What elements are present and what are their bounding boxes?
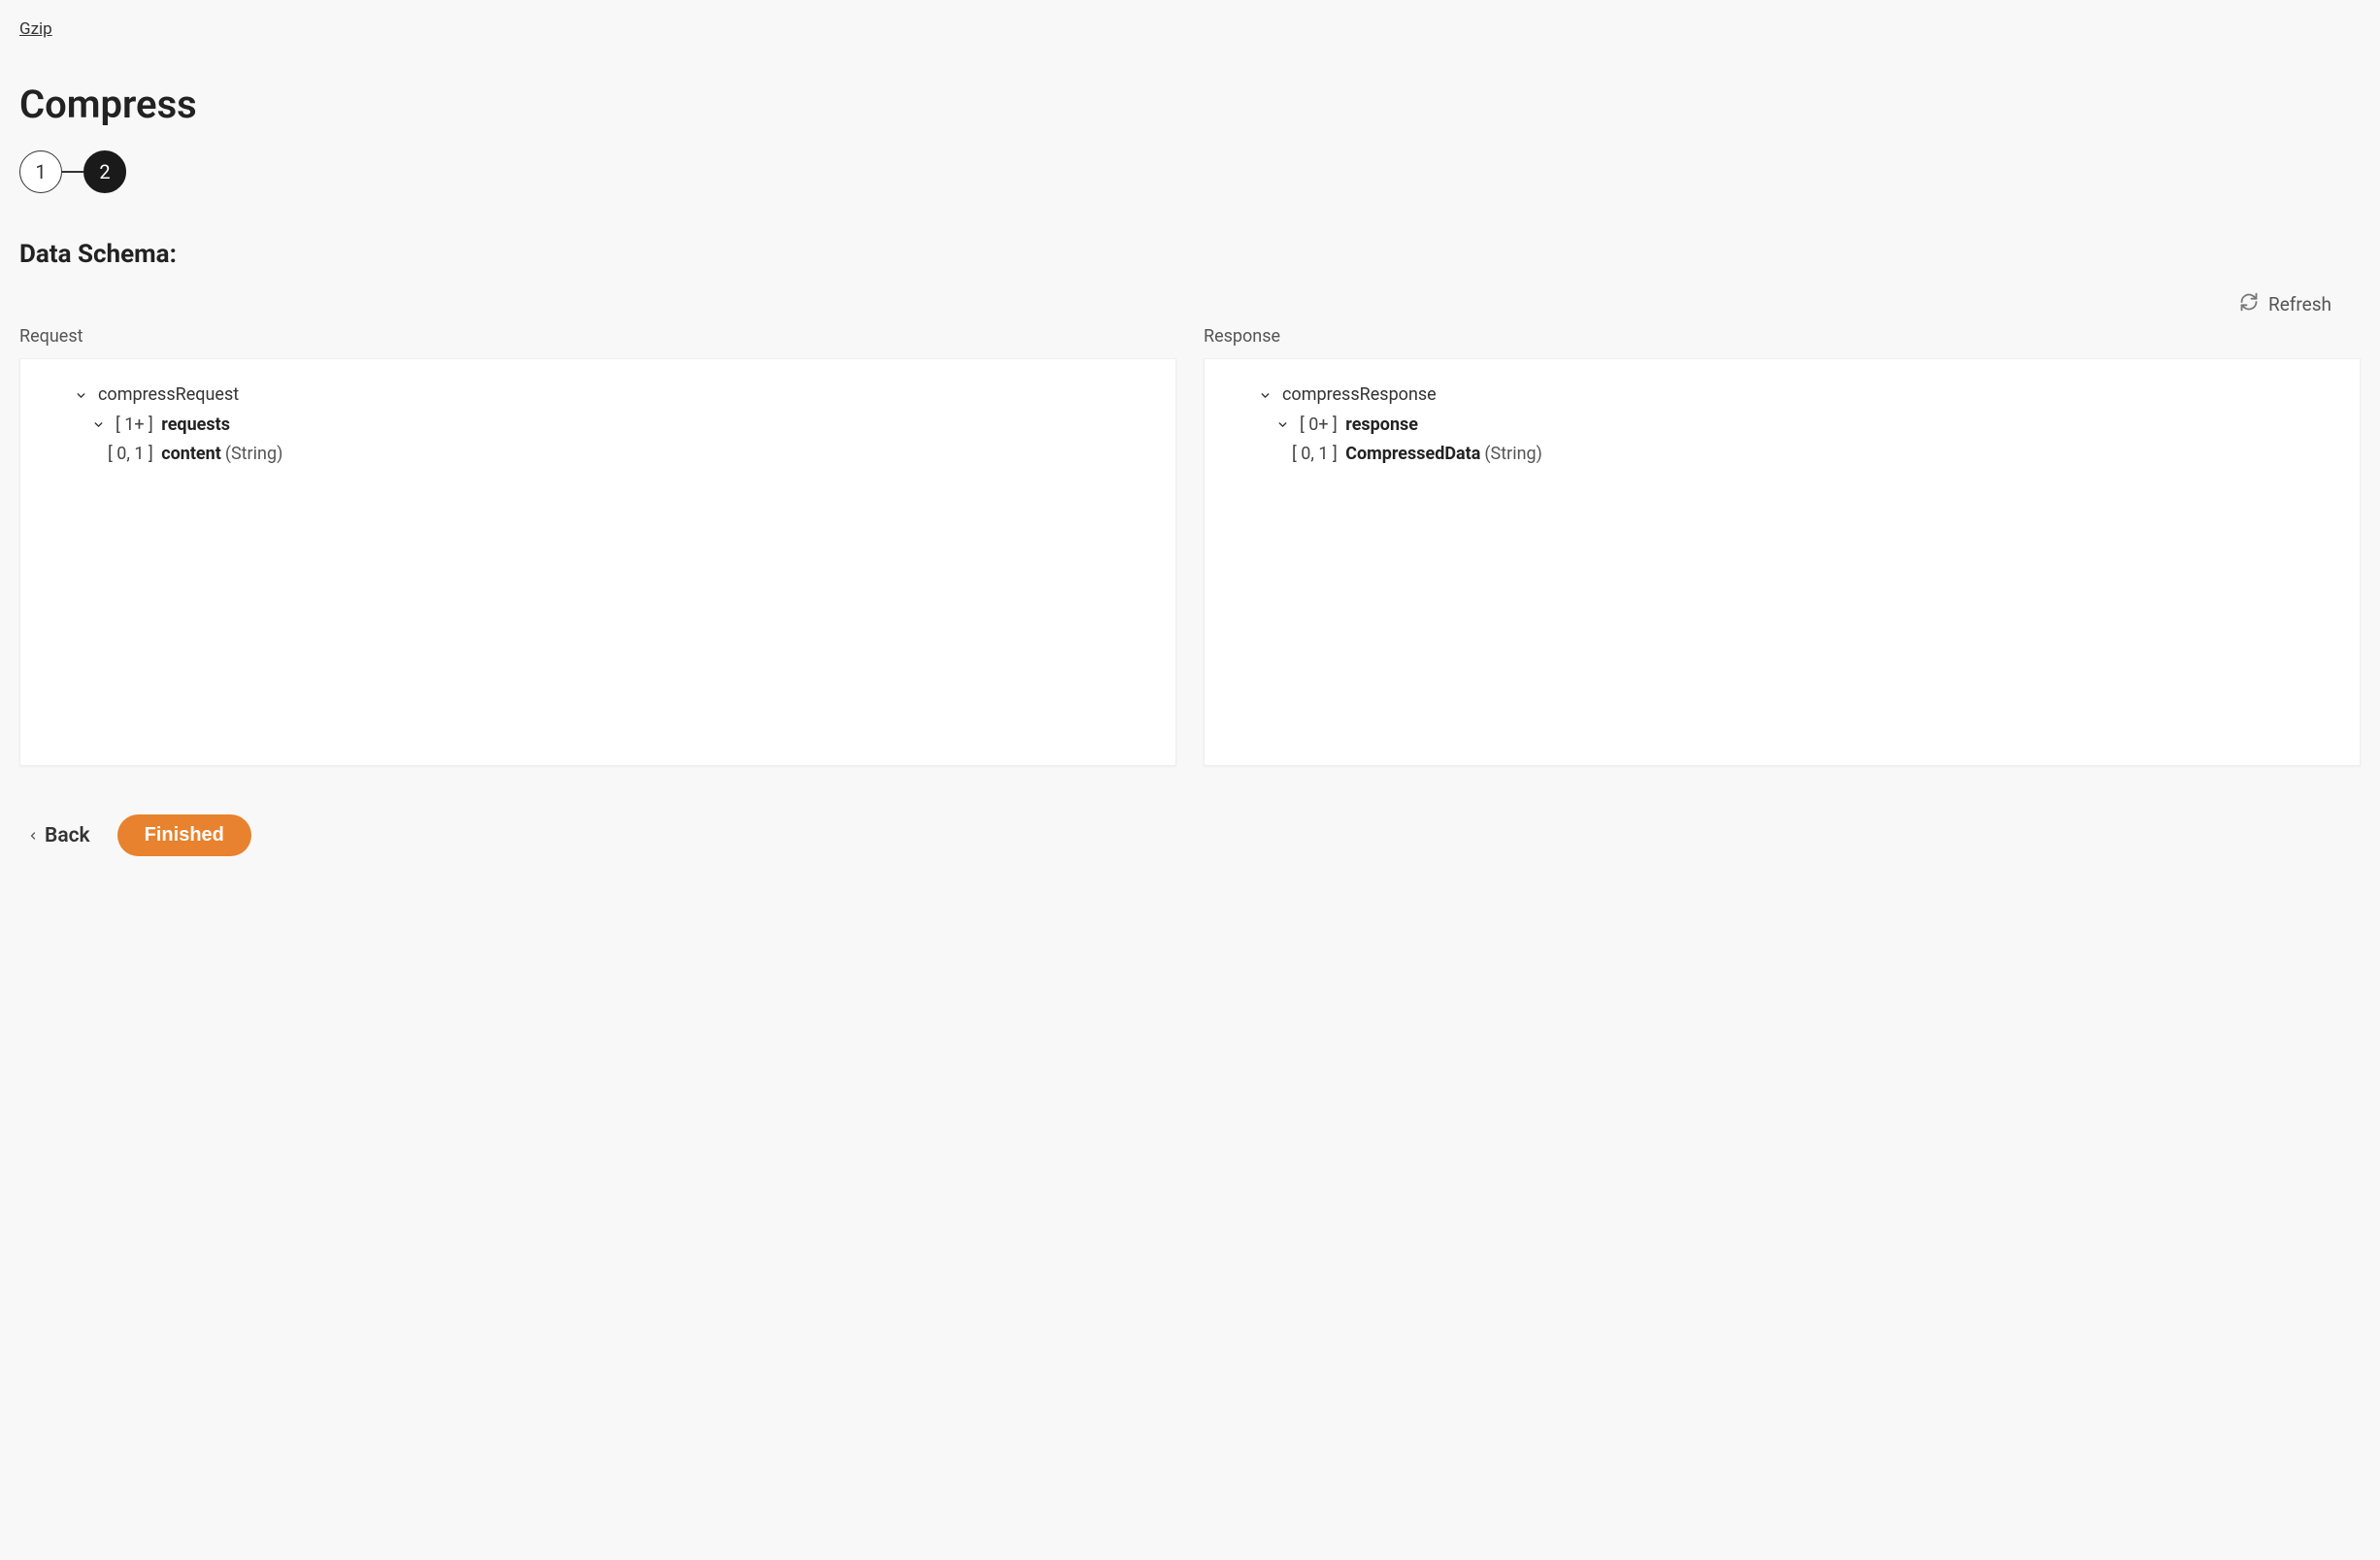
node-label: content (161, 440, 221, 470)
tree-node-response[interactable]: [ 0+ ] response (1222, 411, 2342, 441)
section-heading: Data Schema: (19, 240, 2361, 269)
chevron-left-icon (27, 824, 39, 847)
back-button[interactable]: Back (27, 824, 90, 847)
tree-node-content[interactable]: [ 0, 1 ] content(String) (38, 440, 1158, 470)
refresh-button[interactable]: Refresh (2239, 292, 2331, 316)
chevron-down-icon (1276, 418, 1294, 431)
chevron-down-icon (92, 418, 110, 431)
breadcrumb-gzip[interactable]: Gzip (19, 19, 52, 39)
node-cardinality: [ 0, 1 ] (108, 440, 153, 470)
stepper: 1 2 (19, 150, 2361, 193)
refresh-label: Refresh (2268, 293, 2331, 315)
request-column-label: Request (19, 326, 1176, 347)
request-schema-card: compressRequest [ 1+ ] requests [ 0, 1 ]… (19, 358, 1176, 766)
step-2[interactable]: 2 (83, 150, 126, 193)
chevron-down-icon (1259, 389, 1276, 402)
node-label: compressRequest (98, 381, 239, 411)
finished-button[interactable]: Finished (117, 814, 251, 856)
node-type: (String) (1484, 440, 1542, 470)
node-cardinality: [ 0+ ] (1300, 411, 1338, 441)
node-label: response (1345, 411, 1418, 441)
back-label: Back (45, 824, 90, 847)
page-title: Compress (19, 82, 2361, 127)
refresh-icon (2239, 292, 2259, 316)
node-label: CompressedData (1345, 440, 1480, 470)
node-label: compressResponse (1282, 381, 1437, 411)
node-cardinality: [ 0, 1 ] (1292, 440, 1338, 470)
tree-node-compresseddata[interactable]: [ 0, 1 ] CompressedData(String) (1222, 440, 2342, 470)
response-column-label: Response (1204, 326, 2361, 347)
tree-node-compressresponse[interactable]: compressResponse (1222, 381, 2342, 411)
step-connector (62, 171, 83, 173)
tree-node-requests[interactable]: [ 1+ ] requests (38, 411, 1158, 441)
node-cardinality: [ 1+ ] (116, 411, 153, 441)
tree-node-compressrequest[interactable]: compressRequest (38, 381, 1158, 411)
node-label: requests (161, 411, 230, 441)
node-type: (String) (225, 440, 283, 470)
chevron-down-icon (75, 389, 92, 402)
step-1[interactable]: 1 (19, 150, 62, 193)
response-schema-card: compressResponse [ 0+ ] response [ 0, 1 … (1204, 358, 2361, 766)
